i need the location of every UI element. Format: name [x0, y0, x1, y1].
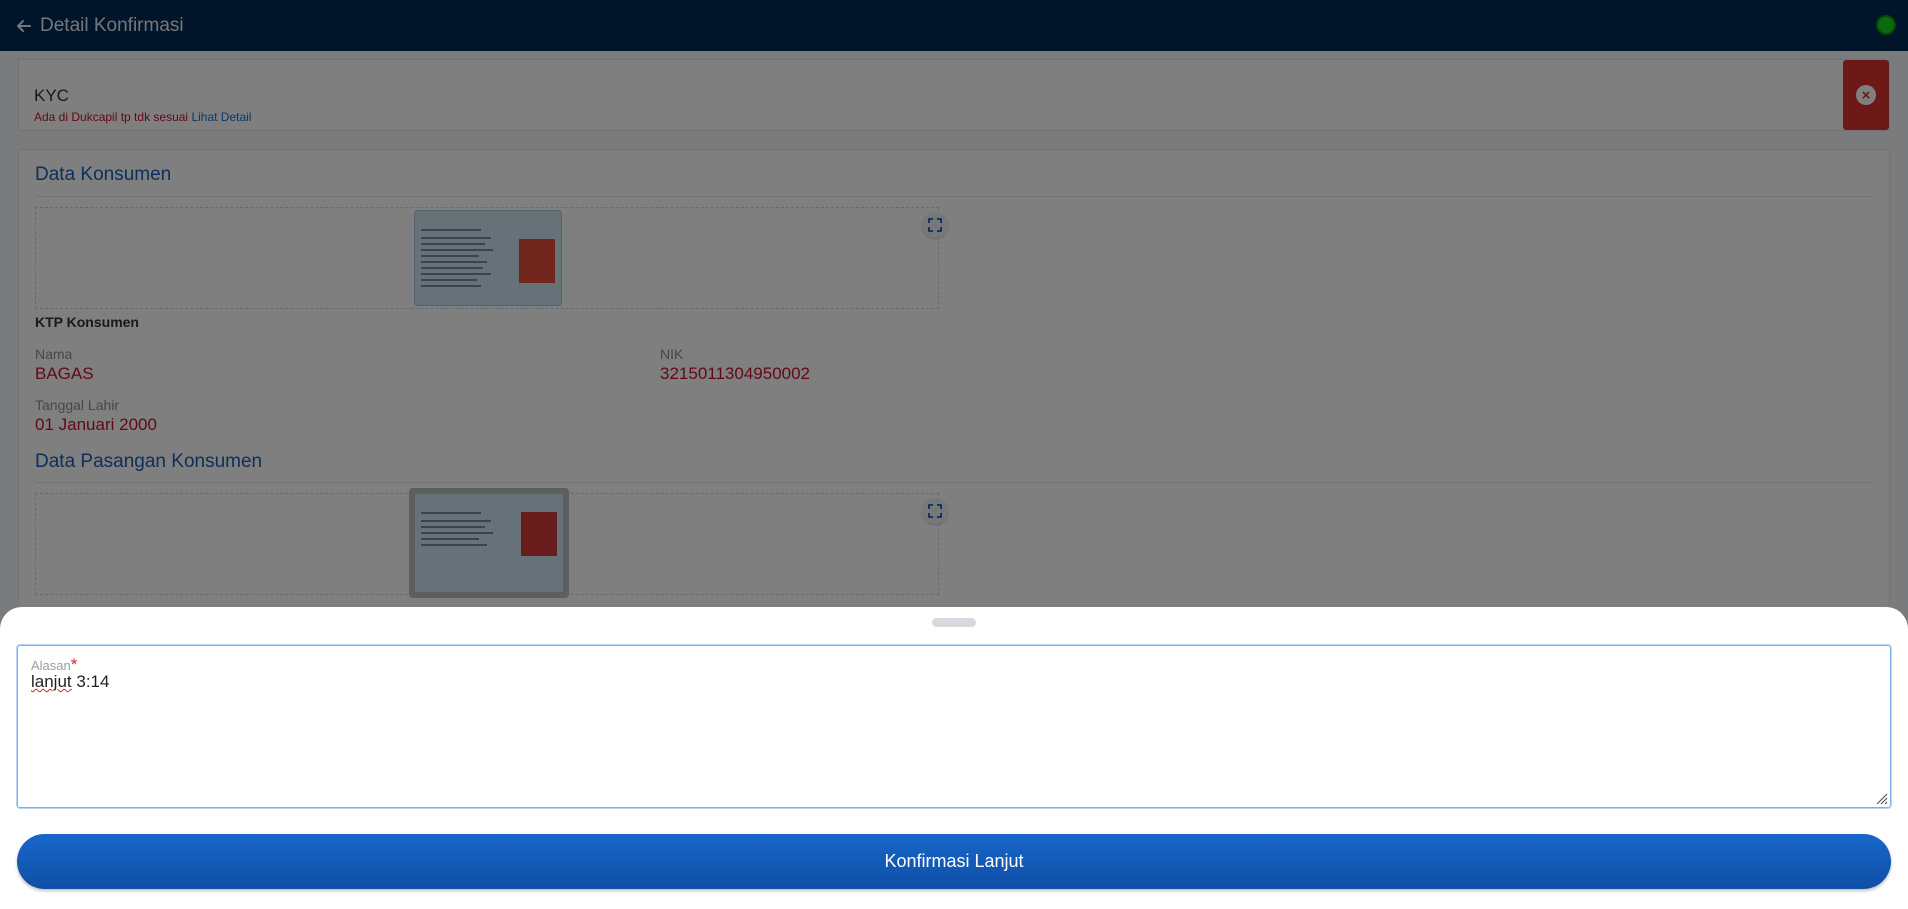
sheet-drag-handle[interactable] — [932, 618, 976, 627]
bottom-sheet: Alasan* lanjut 3:14 Konfirmasi Lanjut — [0, 607, 1908, 909]
konfirmasi-lanjut-button[interactable]: Konfirmasi Lanjut — [17, 834, 1891, 889]
alasan-value[interactable]: lanjut 3:14 — [31, 672, 109, 692]
resize-grip-icon[interactable] — [1874, 791, 1888, 805]
alasan-textarea[interactable]: Alasan* lanjut 3:14 — [17, 645, 1891, 808]
